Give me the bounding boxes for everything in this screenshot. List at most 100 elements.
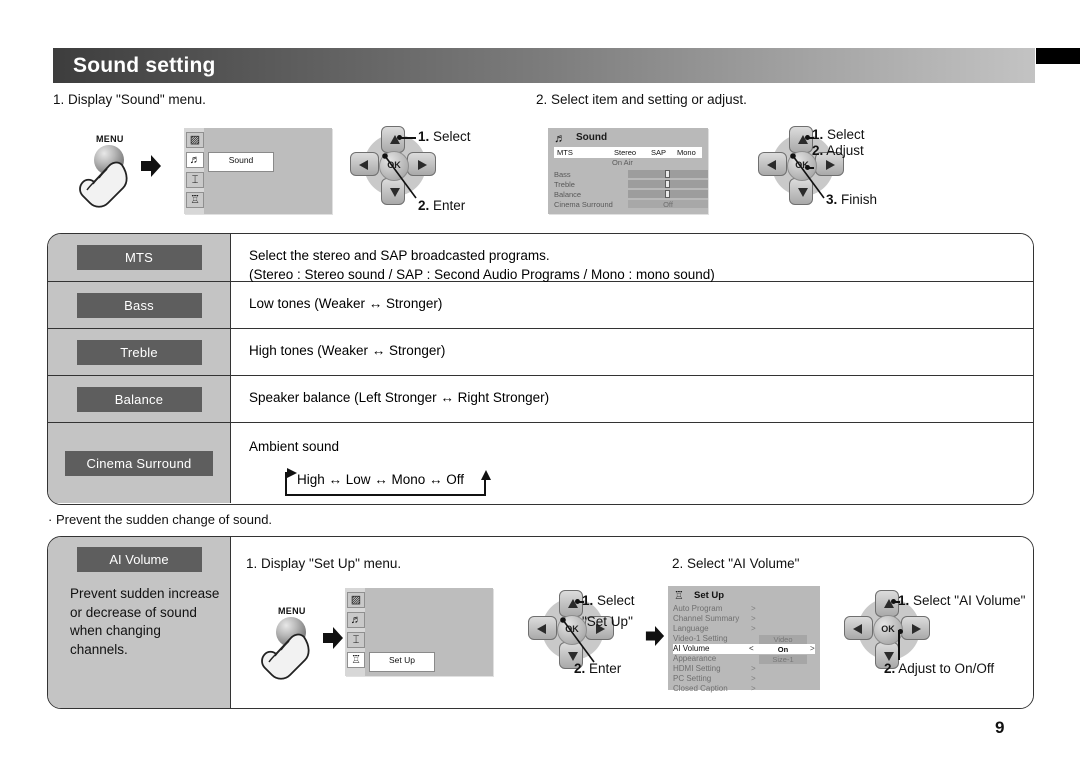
chevron-right-icon: >: [751, 624, 756, 633]
setting-badge-ai-volume: AI Volume: [76, 547, 202, 572]
clock-icon[interactable]: ⌶: [186, 172, 204, 188]
callout-leader-adjust-2: [898, 630, 900, 660]
mts-row[interactable]: MTS Stereo SAP Mono: [554, 147, 702, 158]
sound-settings-osd: ♬ Sound MTS Stereo SAP Mono On Air Bass …: [548, 128, 708, 214]
callout-num: 1.: [418, 129, 430, 144]
setup-row-channel-summary[interactable]: Channel Summary >: [673, 614, 815, 624]
callout-leader-finish: [790, 153, 825, 199]
on-air-text: On Air: [612, 158, 633, 167]
balance-slider[interactable]: [628, 190, 708, 198]
callout-label: Enter: [433, 198, 466, 213]
mts-option-mono[interactable]: Mono: [677, 148, 696, 157]
setup-row-value[interactable]: On: [759, 645, 807, 654]
page-number: 9: [995, 718, 1005, 737]
desc-line-1: Ambient sound: [249, 439, 340, 454]
chevron-right-icon: >: [751, 684, 756, 693]
setting-badge-treble: Treble: [76, 339, 202, 365]
callout-top-right-1: 1. Select: [812, 127, 865, 142]
desc-line-1: Low tones (Weaker ↔ Stronger): [249, 296, 443, 311]
mts-label: MTS: [557, 148, 573, 157]
callout-bottom-left-2: 2. Enter: [574, 661, 621, 676]
table-row: Balance Speaker balance (Left Stronger ↔…: [48, 376, 1033, 423]
dpad-left-button[interactable]: [844, 616, 873, 640]
bass-row[interactable]: Bass: [554, 170, 708, 179]
sound-note-icon: ♬: [554, 131, 566, 145]
dpad-up-button[interactable]: [381, 126, 405, 153]
osd-flyout-sound[interactable]: Sound: [208, 152, 274, 172]
osd-flyout-setup[interactable]: Set Up: [369, 652, 435, 672]
cycle-arrow-head-left: [287, 468, 297, 478]
picture-icon[interactable]: ▨: [186, 132, 204, 148]
pointing-hand-icon: [261, 633, 310, 680]
mts-option-sap[interactable]: SAP: [651, 148, 666, 157]
dpad-left-button[interactable]: [350, 152, 379, 176]
caret-left-icon[interactable]: <: [749, 644, 754, 654]
setup-menu-osd: ▨ ♬ ⌶ ♖ Set Up: [345, 588, 493, 676]
dpad-up-button[interactable]: [559, 590, 583, 617]
setup-row-closed-caption[interactable]: Closed Caption >: [673, 684, 815, 694]
table-row: Bass Low tones (Weaker ↔ Stronger): [48, 282, 1033, 329]
cycle-arrow-head-right: [481, 470, 491, 480]
menu-button-group: MENU: [78, 134, 178, 210]
bass-slider-knob[interactable]: [665, 170, 670, 178]
setup-row-ai-volume[interactable]: AI Volume < On >: [673, 644, 815, 654]
dpad-left-button[interactable]: [758, 152, 787, 176]
picture-icon[interactable]: ▨: [347, 592, 365, 608]
dpad-up-button[interactable]: [789, 126, 813, 153]
setup-row-label: Language: [673, 624, 709, 633]
callout-top-left-1: 1. Select: [418, 129, 471, 144]
balance-slider-knob[interactable]: [665, 190, 670, 198]
setup-row-value[interactable]: Size-1: [759, 655, 807, 664]
mts-option-stereo[interactable]: Stereo: [614, 148, 636, 157]
cycle-options: High ↔ Low ↔ Mono ↔ Off: [297, 472, 465, 487]
table-row-desc-cell: Speaker balance (Left Stronger ↔ Right S…: [231, 376, 1033, 422]
setup-row-label: HDMI Setting: [673, 664, 721, 673]
setup-icon[interactable]: ♖: [186, 192, 204, 208]
callout-num: 2.: [418, 198, 430, 213]
setup-row-value[interactable]: Video: [759, 635, 807, 644]
setting-badge-mts: MTS: [76, 245, 202, 270]
caret-right-icon[interactable]: >: [810, 644, 815, 654]
ai-step1-caption: 1. Display "Set Up" menu.: [246, 556, 402, 571]
sound-osd-title: Sound: [576, 132, 608, 143]
setup-row-label: Closed Caption: [673, 684, 728, 693]
balance-row[interactable]: Balance: [554, 190, 708, 199]
bass-slider[interactable]: [628, 170, 708, 178]
black-right-arrow-icon: [141, 155, 161, 177]
table-row-desc-cell: High tones (Weaker ↔ Stronger): [231, 329, 1033, 375]
setup-row-auto-program[interactable]: Auto Program >: [673, 604, 815, 614]
bass-label: Bass: [554, 170, 571, 179]
setup-row-language[interactable]: Language >: [673, 624, 815, 634]
clock-icon[interactable]: ⌶: [347, 632, 365, 648]
balance-label: Balance: [554, 190, 582, 199]
sound-settings-table: MTS Select the stereo and SAP broadcaste…: [47, 233, 1034, 505]
cinema-surround-row[interactable]: Cinema Surround Off: [554, 200, 708, 209]
setup-row-label: Video-1 Setting: [673, 634, 728, 643]
sound-note-icon[interactable]: ♬: [347, 612, 365, 628]
dpad-up-button[interactable]: [875, 590, 899, 617]
setup-row-label: Channel Summary: [673, 614, 740, 623]
treble-row[interactable]: Treble: [554, 180, 708, 189]
callout-label: Select: [827, 127, 865, 142]
dpad-right-button[interactable]: [901, 616, 930, 640]
treble-slider-knob[interactable]: [665, 180, 670, 188]
callout-label: Select: [597, 593, 635, 608]
setup-row-pc-setting[interactable]: PC Setting >: [673, 674, 815, 684]
dpad-left-button[interactable]: [528, 616, 557, 640]
sound-note-icon[interactable]: ♬: [186, 152, 204, 168]
setting-badge-bass: Bass: [76, 292, 202, 318]
treble-slider[interactable]: [628, 180, 708, 188]
step1-caption: 1. Display "Sound" menu.: [53, 92, 206, 107]
setup-icon[interactable]: ♖: [347, 652, 365, 668]
setup-row-label: AI Volume: [673, 644, 710, 653]
table-row-desc-cell: Ambient sound High ↔ Low ↔ Mono ↔ Off: [231, 423, 1033, 503]
sound-menu-osd: ▨ ♬ ⌶ ♖ Sound: [184, 128, 332, 214]
table-row-name-cell: Bass: [48, 282, 231, 328]
setup-row-appearance[interactable]: Appearance Size-1: [673, 654, 815, 664]
cinema-surround-value[interactable]: Off: [628, 200, 708, 209]
setup-row-video1-setting[interactable]: Video-1 Setting Video: [673, 634, 815, 644]
callout-label: Enter: [589, 661, 622, 676]
page-corner-mark: [1036, 48, 1080, 64]
table-row-desc-cell: Low tones (Weaker ↔ Stronger): [231, 282, 1033, 328]
setup-row-hdmi-setting[interactable]: HDMI Setting >: [673, 664, 815, 674]
